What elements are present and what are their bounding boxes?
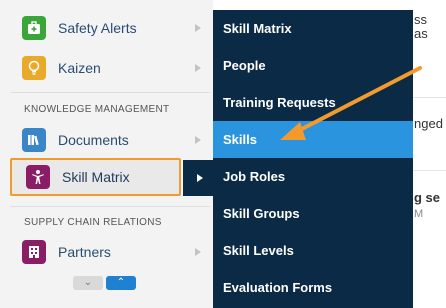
background-text-fragment: g se	[414, 190, 441, 205]
sidebar-item-kaizen[interactable]: Kaizen	[8, 50, 213, 86]
chevron-right-icon	[195, 64, 201, 72]
sidebar: Safety Alerts Kaizen KNOWLEDGE MANAGEMEN…	[0, 0, 213, 308]
background-text-fragment: ss	[414, 12, 427, 27]
sidebar-item-skill-matrix[interactable]: Skill Matrix	[10, 158, 181, 196]
chevron-right-icon	[195, 24, 201, 32]
section-divider	[10, 206, 210, 207]
background-divider	[413, 97, 446, 98]
scroll-down-button[interactable]: ⌄	[73, 276, 103, 290]
scroll-up-button[interactable]: ⌃	[106, 276, 136, 290]
background-text-fragment: M	[414, 208, 424, 220]
submenu-item-skill-levels[interactable]: Skill Levels	[213, 232, 413, 269]
section-header-supply-chain-relations: SUPPLY CHAIN RELATIONS	[24, 217, 162, 228]
lightbulb-icon	[22, 56, 46, 80]
skill-matrix-submenu: Skill Matrix People Training Requests Sk…	[213, 10, 413, 308]
library-books-icon	[22, 128, 46, 152]
sidebar-item-label: Kaizen	[58, 60, 101, 76]
building-icon	[22, 240, 46, 264]
medical-kit-icon	[22, 16, 46, 40]
submenu-item-skills[interactable]: Skills	[213, 121, 413, 158]
section-header-knowledge-management: KNOWLEDGE MANAGEMENT	[24, 104, 170, 115]
section-divider	[10, 92, 210, 93]
sidebar-item-documents[interactable]: Documents	[8, 122, 213, 158]
sidebar-item-label: Safety Alerts	[58, 20, 137, 36]
submenu-item-skill-matrix[interactable]: Skill Matrix	[213, 10, 413, 47]
background-page	[413, 0, 446, 308]
chevron-up-icon: ⌃	[116, 277, 126, 288]
background-divider	[413, 170, 446, 171]
sidebar-item-label: Partners	[58, 244, 111, 260]
submenu-item-skill-groups[interactable]: Skill Groups	[213, 195, 413, 232]
submenu-item-training-requests[interactable]: Training Requests	[213, 84, 413, 121]
background-text-fragment: nged	[414, 116, 443, 131]
sidebar-item-label: Skill Matrix	[62, 169, 130, 185]
submenu-item-people[interactable]: People	[213, 47, 413, 84]
background-text-fragment: as	[414, 26, 428, 41]
person-star-icon	[26, 165, 50, 189]
chevron-right-icon	[197, 174, 203, 182]
sidebar-item-partners[interactable]: Partners	[8, 234, 213, 270]
chevron-down-icon: ⌄	[83, 277, 93, 288]
sidebar-item-safety-alerts[interactable]: Safety Alerts	[8, 10, 213, 46]
chevron-right-icon	[195, 248, 201, 256]
submenu-item-job-roles[interactable]: Job Roles	[213, 158, 413, 195]
submenu-item-evaluation-forms[interactable]: Evaluation Forms	[213, 269, 413, 306]
chevron-right-icon	[195, 136, 201, 144]
sidebar-item-label: Documents	[58, 132, 129, 148]
